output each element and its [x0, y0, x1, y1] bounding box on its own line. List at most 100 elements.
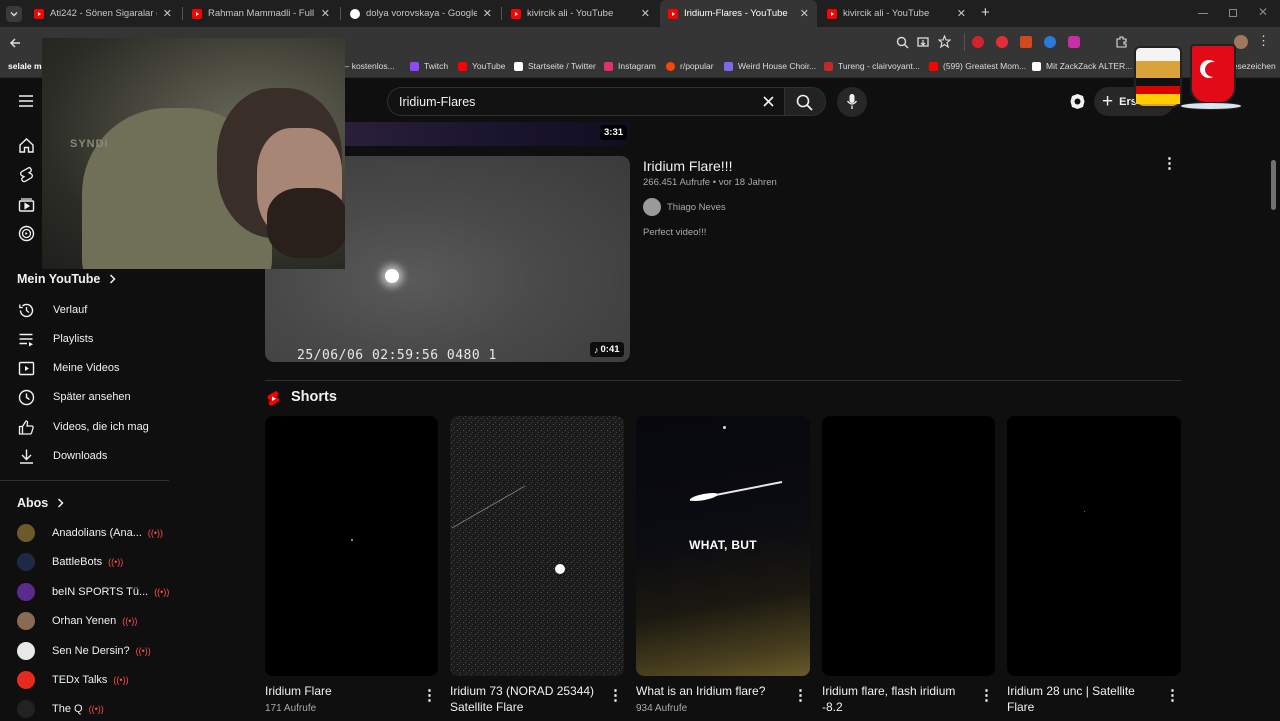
shorts-section-title: Shorts: [291, 389, 337, 405]
channel-avatar: [17, 553, 35, 571]
subscription-item[interactable]: Orhan Yenen ((•)): [17, 609, 137, 633]
close-icon[interactable]: ✕: [641, 7, 650, 20]
extension-opera-icon[interactable]: [972, 36, 984, 48]
browser-tab-4[interactable]: kivircik ali - YouTube ✕: [503, 0, 658, 27]
bookmark-label: k – kostenlos...: [338, 61, 395, 71]
short-title[interactable]: Iridium flare, flash iridium -8.2: [822, 683, 967, 715]
new-tab-button[interactable]: +: [981, 4, 990, 21]
hamburger-menu-icon[interactable]: [18, 94, 34, 108]
bookmark-item[interactable]: Instagram: [604, 61, 656, 71]
bookmark-item[interactable]: selale mo: [8, 61, 47, 71]
page-scrollbar-thumb[interactable]: [1271, 160, 1276, 210]
noisy-sky-image: [450, 416, 624, 676]
sidebar-item-downloads[interactable]: Downloads: [17, 444, 107, 468]
video-menu-icon[interactable]: [1162, 154, 1177, 172]
bookmark-item[interactable]: Twitch: [410, 61, 448, 71]
restore-icon[interactable]: [1229, 9, 1237, 17]
playlists-icon: [17, 330, 35, 348]
channel-name[interactable]: Thiago Neves: [667, 202, 726, 213]
bookmark-label: Tureng - clairvoyant...: [838, 61, 920, 71]
extension-icon[interactable]: [1068, 36, 1080, 48]
extension-icon[interactable]: [1020, 36, 1032, 48]
bookmark-item[interactable]: Mit ZackZack ALTER...: [1032, 61, 1132, 71]
short-title[interactable]: Iridium 73 (NORAD 25344) Satellite Flare: [450, 683, 600, 715]
close-icon[interactable]: ✕: [483, 7, 492, 20]
minimize-icon[interactable]: [1198, 13, 1208, 14]
sidebar-item-history[interactable]: Verlauf: [17, 298, 87, 322]
subscription-item[interactable]: BattleBots ((•)): [17, 550, 123, 574]
duration-badge: 3:31: [600, 125, 628, 140]
browser-tab-3[interactable]: dolya vorovskaya - Google Suc ✕: [342, 0, 500, 27]
short-thumbnail[interactable]: [265, 416, 438, 676]
search-box[interactable]: Iridium-Flares: [387, 87, 784, 116]
home-icon[interactable]: [18, 137, 35, 154]
short-title[interactable]: Iridium Flare: [265, 683, 410, 699]
x-twitter-icon: [514, 61, 523, 71]
subscriptions-header[interactable]: Abos: [17, 496, 64, 510]
bookmark-label: Mit ZackZack ALTER...: [1046, 61, 1133, 71]
extensions-puzzle-icon[interactable]: [1115, 35, 1129, 49]
youtube-music-icon[interactable]: [18, 225, 35, 242]
shorts-icon[interactable]: [18, 166, 35, 183]
previous-video-thumbnail[interactable]: [345, 122, 630, 146]
sidebar-item-label: Meine Videos: [53, 362, 120, 374]
sidebar-item-label: Verlauf: [53, 304, 88, 316]
tab-search-button[interactable]: [6, 6, 22, 22]
subscriptions-icon[interactable]: [18, 196, 35, 213]
short-title[interactable]: What is an Iridium flare?: [636, 683, 786, 699]
sidebar-item-watch-later[interactable]: Später ansehen: [17, 385, 131, 409]
short-thumbnail[interactable]: [822, 416, 995, 676]
bookmark-item[interactable]: YouTube: [458, 61, 505, 71]
close-window-icon[interactable]: ✕: [1258, 5, 1268, 19]
bookmark-item[interactable]: (599) Greatest Mom...: [929, 61, 1026, 71]
bookmark-item[interactable]: Weird House Choir...: [724, 61, 816, 71]
short-menu-icon[interactable]: [1165, 686, 1180, 704]
bookmark-item[interactable]: r/popular: [666, 61, 714, 71]
video-title[interactable]: Iridium Flare!!!: [643, 158, 732, 174]
close-icon[interactable]: ✕: [800, 7, 809, 20]
clear-search-icon[interactable]: [762, 95, 775, 108]
short-menu-icon[interactable]: [422, 686, 437, 704]
bookmark-star-icon[interactable]: [938, 35, 951, 48]
voice-search-button[interactable]: [837, 87, 867, 117]
zoom-icon[interactable]: [896, 36, 909, 49]
short-menu-icon[interactable]: [793, 686, 808, 704]
close-icon[interactable]: ✕: [957, 7, 966, 20]
subscription-item[interactable]: TEDx Talks ((•)): [17, 668, 129, 692]
bookmark-item[interactable]: Startseite / Twitter: [514, 61, 596, 71]
browser-menu-icon[interactable]: ⋮: [1257, 33, 1270, 49]
short-title[interactable]: Iridium 28 unc | Satellite Flare: [1007, 683, 1152, 715]
sidebar-item-my-videos[interactable]: Meine Videos: [17, 356, 119, 380]
back-icon[interactable]: [8, 36, 22, 50]
install-icon[interactable]: [917, 36, 930, 49]
subscription-item[interactable]: Anadolians (Ana... ((•)): [17, 521, 163, 545]
extension-vpn-icon[interactable]: [1044, 36, 1056, 48]
browser-tab-2[interactable]: Rahman Mammadli - Full Perfo ✕: [184, 0, 338, 27]
subscription-item[interactable]: Sen Ne Dersin? ((•)): [17, 639, 151, 663]
subscription-item[interactable]: beIN SPORTS Tü... ((•)): [17, 580, 169, 604]
subscription-item[interactable]: The Q ((•)): [17, 697, 104, 721]
channel-avatar[interactable]: [643, 198, 661, 216]
tab-title: dolya vorovskaya - Google Suc: [366, 8, 477, 19]
short-menu-icon[interactable]: [608, 686, 623, 704]
short-thumbnail[interactable]: [450, 416, 624, 676]
close-icon[interactable]: ✕: [321, 7, 330, 20]
mein-youtube-header[interactable]: Mein YouTube: [17, 272, 116, 286]
browser-tab-1[interactable]: Ati242 - Sönen Sigaralar (Official ✕: [26, 0, 180, 27]
live-indicator-icon: ((•)): [113, 675, 129, 685]
close-icon[interactable]: ✕: [163, 7, 172, 20]
bookmark-item[interactable]: k – kostenlos...: [338, 61, 395, 71]
extension-icon[interactable]: [1092, 36, 1104, 48]
browser-tab-6[interactable]: kivircik ali - YouTube ✕: [819, 0, 974, 27]
cast-to-tv-icon[interactable]: [1069, 93, 1086, 110]
sidebar-item-playlists[interactable]: Playlists: [17, 327, 93, 351]
short-thumbnail[interactable]: [1007, 416, 1181, 676]
extension-pinterest-icon[interactable]: [996, 36, 1008, 48]
sidebar-item-liked-videos[interactable]: Videos, die ich mag: [17, 415, 149, 439]
bookmark-item[interactable]: Tureng - clairvoyant...: [824, 61, 920, 71]
short-thumbnail[interactable]: WHAT, BUT: [636, 416, 810, 676]
search-button[interactable]: [784, 87, 826, 116]
browser-tab-5-active[interactable]: Iridium-Flares - YouTube ✕: [660, 0, 817, 27]
short-menu-icon[interactable]: [979, 686, 994, 704]
search-input[interactable]: Iridium-Flares: [399, 95, 475, 109]
